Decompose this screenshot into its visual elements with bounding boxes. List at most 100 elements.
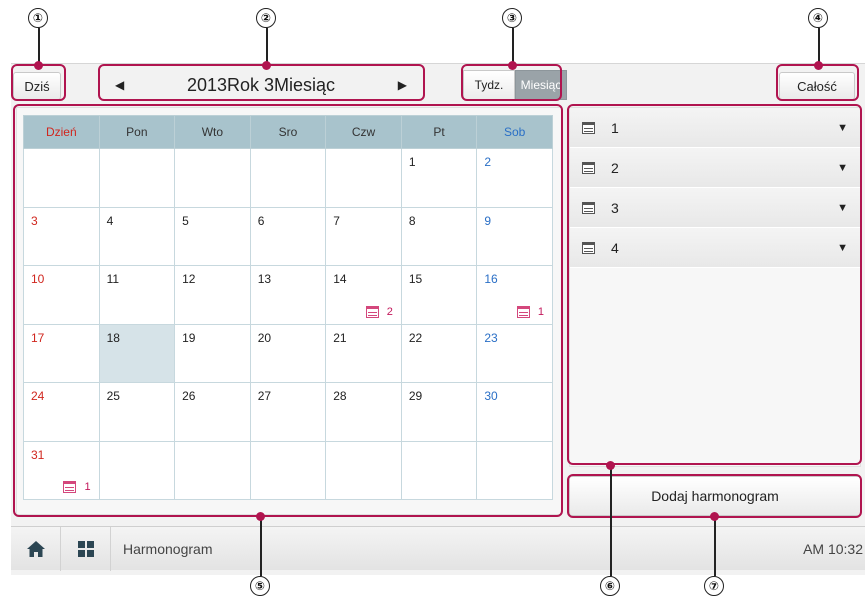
day-number: 1 [408, 155, 416, 169]
calendar-day-cell[interactable]: 16 1 [476, 265, 553, 325]
calendar-day-cell[interactable]: 7 [325, 206, 402, 266]
calendar-day-cell[interactable]: 29 [400, 382, 478, 442]
calendar-day-cell[interactable]: 11 [98, 265, 176, 325]
schedule-count: 2 [386, 305, 393, 318]
day-number: 21 [333, 330, 347, 345]
day-number: 9 [484, 213, 492, 228]
day-number: 25 [106, 389, 120, 403]
week-view-button[interactable]: Tydz. [463, 70, 515, 100]
menu-grid-icon[interactable] [61, 526, 111, 571]
today-button[interactable]: Dziś [13, 72, 61, 100]
home-icon[interactable] [11, 526, 61, 571]
calendar-day-cell[interactable]: 24 [23, 382, 100, 442]
calendar-day-cell[interactable]: 6 [249, 206, 327, 266]
day-number: 18 [106, 330, 120, 345]
calendar-day-cell [476, 440, 553, 500]
day-number: 15 [408, 272, 423, 286]
calendar-day-cell[interactable]: 23 [476, 323, 553, 383]
calendar-day-cell[interactable]: 30 [476, 382, 553, 442]
calendar-day-cell[interactable]: 8 [400, 206, 478, 266]
schedule-list-item[interactable]: 3 ▼ [570, 188, 860, 228]
chevron-down-icon[interactable]: ▼ [837, 242, 848, 254]
schedule-item-label: 3 [611, 199, 619, 216]
next-month-icon[interactable]: ▶ [398, 78, 407, 92]
calendar-day-cell[interactable]: 1 [400, 148, 478, 208]
calendar-icon [582, 161, 595, 174]
calendar-day-cell[interactable]: 3 [23, 206, 100, 266]
bottom-bar: Harmonogram AM 10:32 [11, 526, 865, 571]
schedule-indicator: 1 [516, 305, 544, 318]
day-number: 31 [31, 447, 45, 462]
day-number: 8 [408, 213, 416, 228]
add-schedule-button[interactable]: Dodaj harmonogram [569, 476, 861, 516]
weekday-header: Czw [325, 115, 402, 149]
schedule-indicator: 2 [365, 305, 393, 318]
day-number: 16 [484, 272, 498, 286]
day-number: 23 [484, 330, 498, 345]
callout-dot-5 [256, 512, 265, 521]
calendar-day-cell[interactable]: 12 [174, 265, 251, 325]
day-number: 17 [31, 330, 45, 345]
callout-number-2: ② [256, 8, 276, 28]
calendar-week-row: 17 18 19 20 21 22 23 [23, 323, 553, 383]
month-calendar: Dzień Pon Wto Sro Czw Pt Sob 1 2 3 4 5 6 7 8 9 10 11 12 13… [23, 115, 553, 500]
schedule-list-item[interactable]: 2 ▼ [570, 148, 860, 188]
callout-dot-7 [710, 512, 719, 521]
chevron-down-icon[interactable]: ▼ [837, 122, 848, 134]
weekday-header: Sob [476, 115, 553, 149]
month-view-button[interactable]: Miesiąc [515, 70, 567, 100]
day-number: 6 [257, 213, 265, 228]
day-number: 2 [484, 155, 492, 169]
calendar-day-cell[interactable]: 9 [476, 206, 553, 266]
callout-dot-6 [606, 461, 615, 470]
calendar-day-cell[interactable]: 10 [23, 265, 100, 325]
day-number: 10 [31, 272, 45, 286]
calendar-day-cell[interactable]: 13 [249, 265, 327, 325]
calendar-day-cell[interactable]: 2 [476, 148, 553, 208]
day-number: 20 [257, 330, 272, 345]
day-number: 3 [31, 213, 38, 228]
chevron-down-icon[interactable]: ▼ [837, 162, 848, 174]
day-number: 4 [106, 213, 114, 228]
calendar-day-cell[interactable]: 28 [325, 382, 402, 442]
calendar-day-cell[interactable]: 27 [249, 382, 327, 442]
screen-title: Harmonogram [123, 540, 213, 557]
calendar-day-cell[interactable]: 14 2 [325, 265, 402, 325]
calendar-day-cell[interactable]: 20 [249, 323, 327, 383]
calendar-icon [582, 121, 595, 134]
calendar-day-cell[interactable]: 4 [98, 206, 176, 266]
calendar-day-cell[interactable]: 21 [325, 323, 402, 383]
prev-month-icon[interactable]: ◀ [115, 78, 124, 92]
schedule-list-item[interactable]: 1 ▼ [570, 108, 860, 148]
calendar-day-cell[interactable]: 31 1 [23, 440, 100, 500]
callout-number-3: ③ [502, 8, 522, 28]
clock: AM 10:32 [803, 540, 863, 557]
day-number: 19 [182, 330, 196, 345]
callout-number-5: ⑤ [250, 576, 270, 596]
chevron-down-icon[interactable]: ▼ [837, 202, 848, 214]
schedule-list: 1 ▼ 2 ▼ 3 ▼ 4 ▼ [569, 107, 861, 467]
calendar-day-cell[interactable]: 5 [174, 206, 251, 266]
calendar-icon [365, 305, 379, 318]
day-number: 22 [408, 330, 423, 345]
calendar-day-cell[interactable]: 18 [98, 323, 176, 383]
weekday-header: Dzień [23, 115, 100, 149]
calendar-day-cell[interactable]: 17 [23, 323, 100, 383]
calendar-day-cell[interactable]: 15 [400, 265, 478, 325]
calendar-day-cell [98, 440, 176, 500]
calendar-day-cell [249, 148, 327, 208]
schedule-item-label: 1 [611, 119, 619, 136]
show-all-button[interactable]: Całość [779, 72, 855, 100]
calendar-day-cell[interactable]: 25 [98, 382, 176, 442]
callout-line-6 [610, 466, 612, 576]
day-number: 28 [333, 389, 347, 403]
calendar-day-cell[interactable]: 19 [174, 323, 251, 383]
day-number: 30 [484, 389, 498, 403]
schedule-item-label: 4 [611, 239, 619, 256]
schedule-list-item[interactable]: 4 ▼ [570, 228, 860, 268]
calendar-day-cell[interactable]: 26 [174, 382, 251, 442]
calendar-day-cell[interactable]: 22 [400, 323, 478, 383]
calendar-icon [63, 481, 77, 493]
calendar-week-row: 3 4 5 6 7 8 9 [23, 206, 553, 266]
calendar-day-cell [325, 148, 402, 208]
